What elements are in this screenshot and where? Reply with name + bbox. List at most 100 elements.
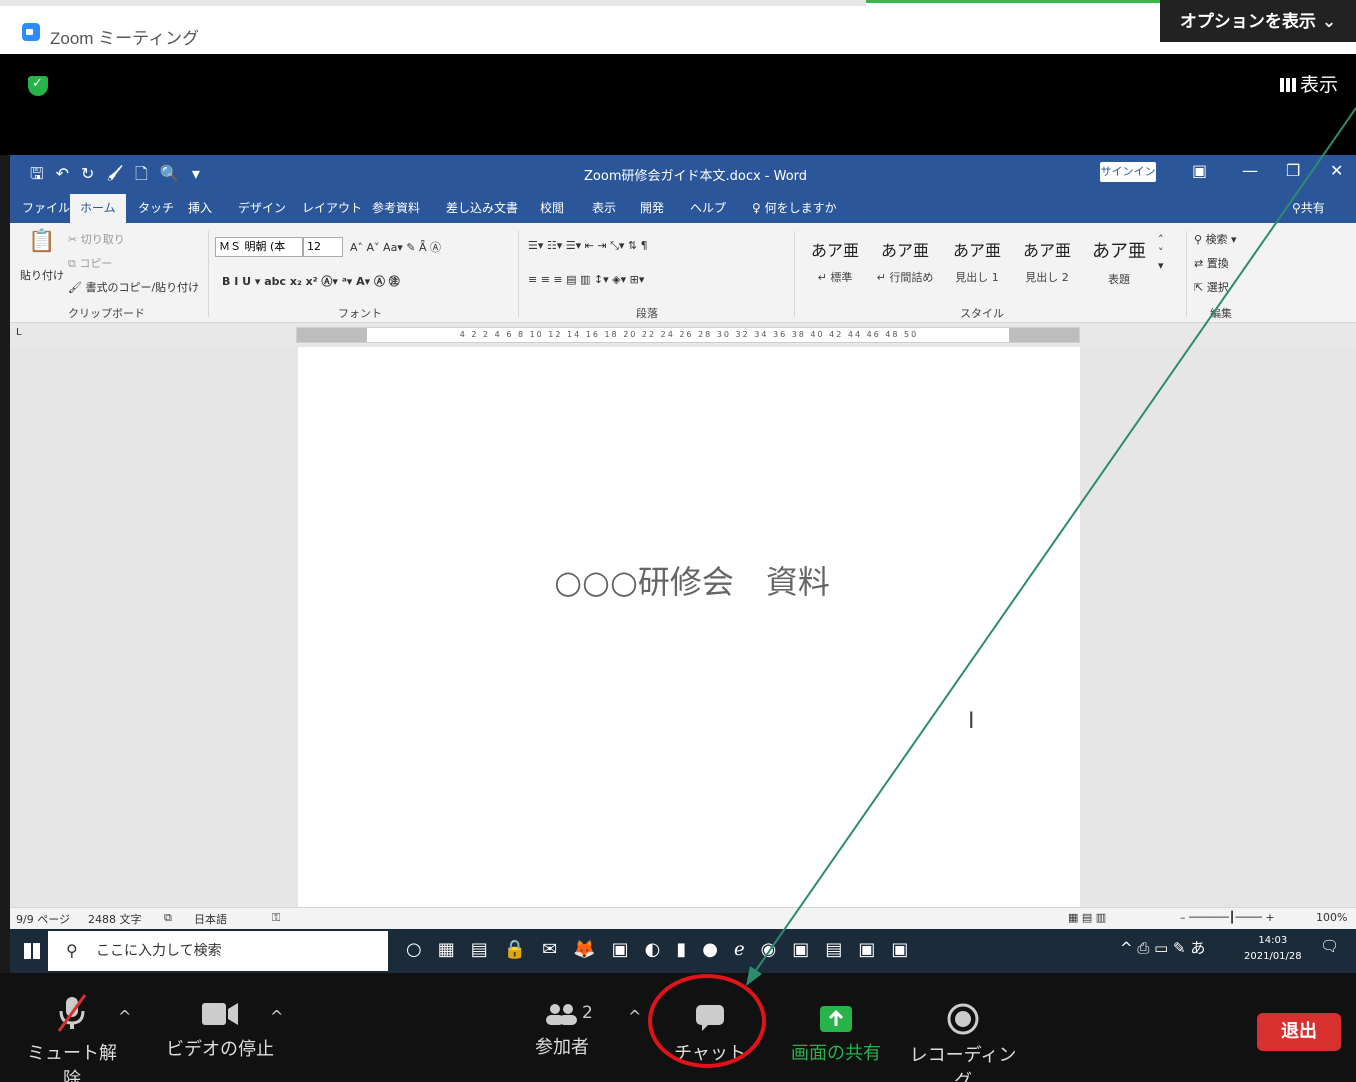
ime-indicator: あ (1190, 939, 1206, 957)
document-page[interactable]: ○○○研修会 資料 I (298, 347, 1080, 907)
format-painter-button[interactable]: 🖌 書式のコピー/貼り付け (68, 279, 199, 295)
list-icons[interactable]: ☰▾ ☷▾ ☰▾ ⇤ ⇥ ⤡▾ ⇅ ¶ (528, 239, 648, 253)
group-divider (518, 231, 519, 317)
participants-icon (546, 1004, 577, 1025)
word-titlebar: 🖫↶↻🖌🗋🔍▾ Zoom研修会ガイド本文.docx - Word サインイン ▣… (10, 155, 1356, 191)
copy-button[interactable]: ⧉ コピー (68, 255, 112, 271)
word-count[interactable]: 2488 文字 (88, 911, 142, 927)
styles-scroll-icon[interactable]: ˄ ˅ ▾ (1158, 233, 1164, 272)
video-label: ビデオの停止 (166, 1039, 274, 1060)
record-button[interactable]: レコーディング (908, 1003, 1018, 1082)
system-tray-icons[interactable]: ^ ⎙ ▭ ✎ あ (1120, 937, 1205, 958)
show-options-button[interactable]: オプションを表示 ⌄ (1160, 0, 1356, 42)
view-label: 表示 (1300, 74, 1339, 96)
share-label: 画面の共有 (791, 1043, 881, 1064)
tab-file[interactable]: ファイル (22, 199, 70, 216)
zoom-percent[interactable]: 100% (1316, 911, 1347, 924)
find-button[interactable]: ⚲ 検索 ▾ (1194, 231, 1237, 247)
paste-icon[interactable]: 📋 (28, 229, 55, 254)
tell-me-search[interactable]: ♀ 何をしますか (752, 199, 837, 216)
signin-button[interactable]: サインイン (1100, 162, 1156, 182)
tab-design[interactable]: デザイン (238, 199, 286, 216)
tab-touch[interactable]: タッチ (138, 199, 174, 216)
taskbar-search-box[interactable]: ⚲ ここに入力して検索 (48, 931, 388, 971)
chat-label: チャット (674, 1043, 746, 1064)
view-mode-icons[interactable]: ▦ ▤ ▥ (1068, 911, 1106, 924)
proofing-icon[interactable]: ⧉ (164, 911, 172, 925)
font-format-icons[interactable]: B I U ▾ abc x₂ x² Ⓐ▾ ᵃ▾ A▾ Ⓐ ㊟ (222, 273, 400, 289)
font-size-select[interactable]: 12 (303, 237, 343, 257)
font-grow-shrink-icons[interactable]: A˄ A˅ Aa▾ ✎ Ǟ Ⓐ (350, 239, 441, 255)
tab-developer[interactable]: 開発 (640, 199, 664, 216)
styles-group-label: スタイル (960, 307, 1004, 320)
replace-button[interactable]: ⇄ 置換 (1194, 255, 1229, 271)
accessibility-icon[interactable]: ⚿ (272, 911, 280, 925)
style-name: 見出し 2 (1025, 271, 1069, 284)
style-no-spacing[interactable]: あア亜 ↵ 行間詰め (872, 237, 938, 295)
ribbon-display-icon[interactable]: ▣ (1192, 161, 1207, 180)
taskbar-clock[interactable]: 14:03 2021/01/28 (1244, 933, 1302, 965)
chat-button[interactable]: チャット (670, 1003, 750, 1065)
paste-button[interactable]: 貼り付け (20, 267, 64, 283)
page-count[interactable]: 9/9 ページ (16, 911, 70, 927)
taskbar-app-icons[interactable]: ○▦▤🔒✉🦊▣◐▮●ℯ◉▣▤▣▣ (406, 939, 924, 960)
style-name: ↵ 標準 (817, 271, 853, 284)
language-status[interactable]: 日本語 (194, 911, 227, 927)
zoom-slider[interactable]: – ──────┃──── + (1180, 911, 1275, 924)
alignment-icons[interactable]: ≡ ≡ ≡ ▤ ▥ ↕▾ ◈▾ ⊞▾ (528, 273, 644, 286)
style-heading-1[interactable]: あア亜 見出し 1 (944, 237, 1010, 295)
tab-layout[interactable]: レイアウト (302, 199, 362, 216)
minimize-icon[interactable]: — (1242, 161, 1258, 180)
audio-options-caret[interactable]: ^ (118, 1007, 131, 1026)
font-name-select[interactable]: ＭＳ 明朝 (本 (215, 237, 303, 257)
mute-button[interactable]: ミュート解除 (22, 993, 122, 1082)
tab-mailings[interactable]: 差し込み文書 (446, 199, 518, 216)
muted-microphone-icon (57, 994, 87, 1032)
person-icon: ⚲ (1292, 201, 1301, 215)
share-screen-icon (820, 1006, 852, 1032)
stop-video-button[interactable]: ビデオの停止 (160, 999, 280, 1061)
document-heading[interactable]: ○○○研修会 資料 (522, 557, 862, 603)
brush-icon: 🖌 (68, 281, 86, 294)
cut-button[interactable]: ✂ 切り取り (68, 231, 125, 247)
style-name: ↵ 行間詰め (876, 271, 934, 284)
leave-meeting-button[interactable]: 退出 (1257, 1013, 1341, 1051)
tab-home[interactable]: ホーム (70, 194, 126, 223)
record-icon (947, 1003, 979, 1035)
style-heading-2[interactable]: あア亜 見出し 2 (1014, 237, 1080, 295)
select-button[interactable]: ⇱ 選択 (1194, 279, 1229, 295)
document-canvas[interactable]: ○○○研修会 資料 I (10, 347, 1356, 907)
tab-help[interactable]: ヘルプ (690, 199, 726, 216)
tab-review[interactable]: 校閲 (540, 199, 564, 216)
close-icon[interactable]: ✕ (1330, 161, 1343, 180)
participants-options-caret[interactable]: ^ (628, 1007, 641, 1026)
tab-references[interactable]: 参考資料 (372, 199, 420, 216)
video-options-caret[interactable]: ^ (270, 1007, 283, 1026)
tab-view[interactable]: 表示 (592, 199, 616, 216)
lightbulb-icon: ♀ (752, 201, 765, 215)
view-button[interactable]: 表示 (1280, 70, 1338, 97)
clipboard-group-label: クリップボード (68, 307, 145, 320)
security-shield-icon[interactable] (28, 76, 48, 96)
style-normal[interactable]: あア亜 ↵ 標準 (802, 237, 868, 295)
share-screen-button[interactable]: 画面の共有 (784, 1005, 888, 1065)
home-ribbon: 📋 貼り付け ✂ 切り取り ⧉ コピー 🖌 書式のコピー/貼り付け クリップボー… (10, 223, 1356, 323)
horizontal-ruler[interactable]: 4 2 2 4 6 8 10 12 14 16 18 20 22 24 26 2… (296, 327, 1080, 343)
copy-label: コピー (79, 257, 113, 270)
notification-icon[interactable]: 🗨 (1320, 937, 1339, 955)
quick-access-toolbar[interactable]: 🖫↶↻🖌🗋🔍▾ (30, 163, 212, 190)
replace-label: 置換 (1206, 257, 1229, 270)
tab-selector-icon[interactable]: L (16, 327, 22, 338)
participant-count: 2 (582, 1003, 593, 1023)
windows-start-icon[interactable] (24, 943, 40, 959)
tell-me-label: 何をしますか (764, 201, 837, 215)
find-label: 検索 (1205, 233, 1228, 246)
share-label: 共有 (1300, 201, 1325, 215)
style-title[interactable]: あア亜 表題 (1086, 237, 1152, 295)
group-divider (794, 231, 795, 317)
word-doc-title: Zoom研修会ガイド本文.docx - Word (584, 169, 808, 184)
tab-insert[interactable]: 挿入 (188, 199, 212, 216)
share-button[interactable]: ⚲共有 (1292, 199, 1325, 216)
restore-icon[interactable]: ❐ (1286, 161, 1300, 180)
word-tab-strip: ファイル ホーム タッチ 挿入 デザイン レイアウト 参考資料 差し込み文書 校… (10, 191, 1356, 223)
